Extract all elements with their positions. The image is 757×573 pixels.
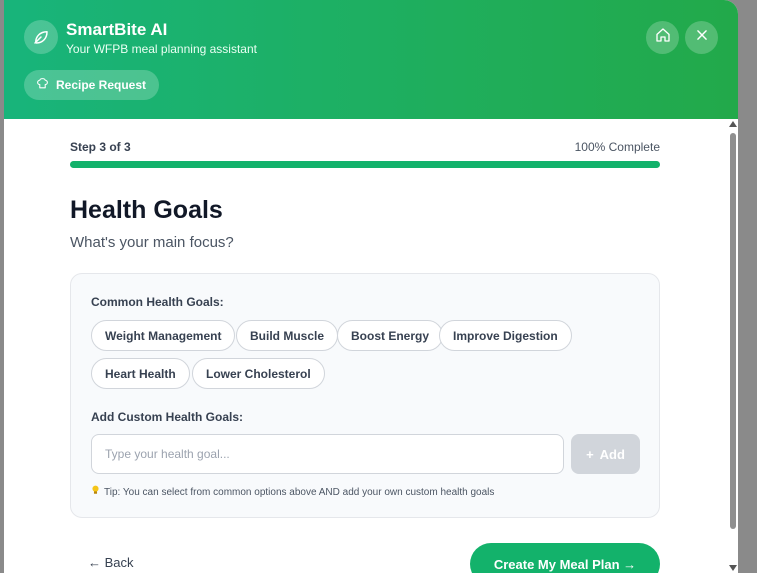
chef-hat-icon bbox=[36, 77, 49, 93]
plus-icon: + bbox=[586, 446, 594, 462]
page-subtitle: What's your main focus? bbox=[70, 234, 234, 251]
progress-fill bbox=[70, 161, 660, 168]
goal-option-build-muscle[interactable]: Build Muscle bbox=[236, 320, 339, 351]
custom-goals-label: Add Custom Health Goals: bbox=[91, 410, 244, 424]
custom-goal-input[interactable] bbox=[91, 434, 564, 474]
close-button[interactable] bbox=[685, 21, 718, 54]
scrollbar[interactable] bbox=[728, 119, 738, 573]
add-goal-label: Add bbox=[599, 446, 625, 462]
close-icon bbox=[695, 28, 709, 47]
goal-option-lower-cholesterol[interactable]: Lower Cholesterol bbox=[192, 358, 325, 389]
home-button[interactable] bbox=[646, 21, 679, 54]
goal-option-improve-digestion[interactable]: Improve Digestion bbox=[439, 320, 572, 351]
scroll-thumb[interactable] bbox=[730, 133, 736, 529]
leaf-icon bbox=[24, 20, 58, 54]
add-goal-button[interactable]: + Add bbox=[571, 434, 640, 474]
scroll-up-arrow-icon[interactable] bbox=[729, 121, 737, 127]
modal-header: SmartBite AI Your WFPB meal planning ass… bbox=[4, 0, 738, 119]
common-goals-label: Common Health Goals: bbox=[91, 295, 224, 309]
health-goals-panel: Common Health Goals: Weight Management B… bbox=[70, 273, 660, 518]
goal-option-weight-management[interactable]: Weight Management bbox=[91, 320, 236, 351]
app-subtitle: Your WFPB meal planning assistant bbox=[66, 42, 257, 56]
home-icon bbox=[655, 27, 671, 48]
tip-text: Tip: You can select from common options … bbox=[91, 485, 494, 499]
meal-planner-modal: SmartBite AI Your WFPB meal planning ass… bbox=[4, 0, 738, 573]
progress-bar bbox=[70, 161, 660, 168]
progress-percent: 100% Complete bbox=[574, 140, 660, 154]
recipe-request-chip[interactable]: Recipe Request bbox=[24, 70, 160, 100]
scroll-down-arrow-icon[interactable] bbox=[729, 565, 737, 571]
step-indicator: Step 3 of 3 bbox=[70, 140, 131, 154]
page-title: Health Goals bbox=[70, 196, 223, 224]
recipe-request-label: Recipe Request bbox=[56, 78, 147, 92]
app-title: SmartBite AI bbox=[66, 20, 168, 39]
lightbulb-icon bbox=[91, 485, 100, 499]
tip-label: Tip: You can select from common options … bbox=[104, 486, 495, 498]
back-button[interactable]: ← Back bbox=[88, 555, 134, 570]
create-meal-plan-button[interactable]: Create My Meal Plan → bbox=[470, 543, 660, 573]
goal-option-boost-energy[interactable]: Boost Energy bbox=[337, 320, 444, 351]
goal-option-heart-health[interactable]: Heart Health bbox=[91, 358, 190, 389]
